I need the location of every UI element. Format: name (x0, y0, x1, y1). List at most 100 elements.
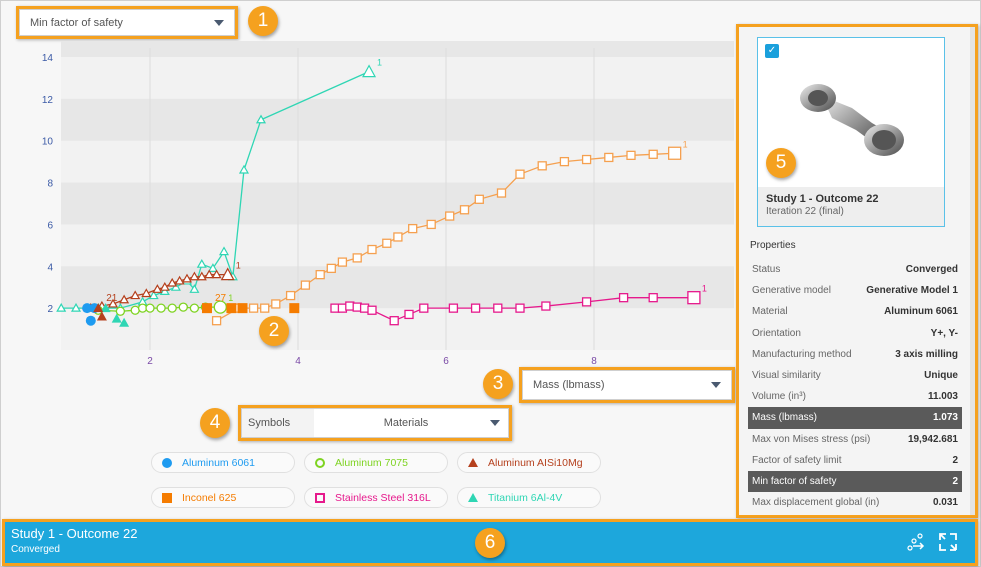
data-point (618, 293, 629, 303)
x-tick-label: 8 (591, 356, 597, 367)
y-tick-label: 4 (47, 262, 53, 273)
property-key: Material (752, 306, 788, 318)
data-point (237, 303, 248, 314)
property-value: 2 (952, 475, 958, 487)
legend-label: Aluminum 7075 (335, 456, 408, 469)
y-tick-label: 10 (42, 137, 54, 148)
data-point (515, 303, 525, 313)
data-point (408, 223, 418, 234)
outcome-status-bar: Study 1 - Outcome 22 Converged 6 (5, 522, 975, 563)
data-point (167, 303, 177, 313)
property-value: 0.031 (932, 497, 958, 509)
data-point (201, 303, 212, 314)
series-end-label: 1 (683, 139, 688, 149)
y-tick-label: 6 (47, 220, 53, 231)
property-key: Orientation (752, 327, 801, 339)
properties-list: Status Converged Generative model Generativ… (748, 259, 962, 513)
data-point (515, 169, 525, 179)
x-metric-dropdown[interactable]: Mass (lbmass) (522, 370, 732, 400)
chevron-down-icon (490, 420, 500, 426)
data-point (289, 303, 300, 314)
data-point (648, 293, 658, 303)
property-row: Max displacement global (in) 0.031 (748, 492, 962, 513)
property-row: Volume (in³) 11.003 (748, 386, 962, 407)
data-point (337, 257, 348, 267)
data-point (115, 306, 126, 316)
card-footer: Study 1 - Outcome 22 Iteration 22 (final… (758, 187, 944, 226)
data-point (85, 315, 96, 326)
property-value: 3 axis milling (895, 348, 958, 360)
y-tick-label: 14 (42, 53, 54, 64)
outcome-card[interactable]: ✓ 5 Study 1 - Outcome 22 Iteration 22 (f… (757, 37, 945, 227)
symbols-value: Materials (383, 417, 429, 429)
y-tick-label: 2 (47, 304, 53, 315)
property-row: Material Aluminum 6061 (748, 301, 962, 322)
data-point (474, 194, 484, 204)
legend-item[interactable]: Inconel 625 (151, 487, 295, 508)
legend-item[interactable]: Aluminum AISi10Mg (457, 452, 601, 473)
data-point (260, 303, 270, 313)
legend-label: Aluminum AISi10Mg (488, 456, 583, 469)
y-metric-dropdown[interactable]: Min factor of safety (19, 9, 235, 36)
legend-item[interactable]: Stainless Steel 316L (304, 487, 448, 508)
series-end-label: 1 (228, 293, 233, 303)
data-point (130, 305, 140, 315)
legend-item[interactable]: Aluminum 6061 (151, 452, 295, 473)
legend-item[interactable]: Aluminum 7075 (304, 452, 448, 473)
property-row: Visual similarity Unique (748, 365, 962, 386)
expand-icon[interactable] (937, 531, 959, 553)
chevron-down-icon (711, 382, 721, 388)
x-metric-value: Mass (lbmass) (533, 379, 605, 391)
scatter-chart[interactable]: 24681012142 4 6 8111112721 (1, 41, 741, 371)
property-key: Generative model (752, 285, 831, 297)
data-point (445, 211, 455, 221)
property-key: Status (752, 264, 781, 276)
data-point (352, 253, 362, 263)
property-value: Y+, Y- (930, 327, 958, 339)
panel-scrollbar[interactable] (970, 27, 975, 515)
legend-label: Inconel 625 (182, 491, 237, 504)
data-point (211, 316, 222, 326)
data-point (393, 232, 403, 242)
data-point (581, 297, 592, 307)
callout-4: 4 (200, 408, 230, 438)
filled-circle-icon (162, 457, 172, 468)
data-point (189, 303, 200, 313)
property-row: Min factor of safety 2 (748, 470, 962, 493)
property-row: Generative model Generative Model 1 (748, 280, 962, 301)
filled-square-icon (162, 492, 172, 503)
part-thumbnail (800, 84, 904, 156)
data-point (626, 150, 636, 161)
callout-1: 1 (248, 6, 278, 36)
data-point (419, 303, 429, 313)
data-point (367, 244, 377, 255)
hollow-circle-icon (315, 457, 325, 468)
card-title: Study 1 - Outcome 22 (766, 193, 879, 205)
property-row: Factor of safety limit 2 (748, 450, 962, 471)
legend-item[interactable]: Titanium 6Al-4V (457, 487, 601, 508)
data-point (604, 152, 614, 163)
property-key: Manufacturing method (752, 348, 852, 360)
compare-icon[interactable] (905, 531, 927, 553)
y-metric-value: Min factor of safety (30, 16, 123, 29)
callout-6: 6 (475, 528, 505, 558)
property-value: Converged (905, 264, 958, 276)
data-point (559, 156, 570, 167)
checkbox-checked-icon[interactable]: ✓ (765, 44, 779, 58)
property-value: 19,942.681 (907, 433, 958, 445)
symbols-dropdown[interactable]: Materials (314, 409, 508, 437)
outcome-status: Converged (11, 544, 60, 555)
property-key: Visual similarity (752, 370, 821, 382)
filled-triangle-icon (468, 458, 478, 467)
property-key: Max displacement global (in) (752, 497, 880, 509)
chevron-down-icon (214, 19, 224, 26)
property-value: 2 (952, 454, 958, 466)
data-point (226, 303, 237, 314)
property-row: Max von Mises stress (psi) 19,942.681 (748, 429, 962, 450)
data-point (178, 302, 188, 312)
grid-band (61, 41, 734, 57)
property-key: Max von Mises stress (psi) (752, 433, 871, 445)
data-point (581, 154, 592, 165)
properties-panel: ✓ 5 Study 1 - Outcome 22 Iteration 22 (f… (739, 27, 975, 515)
series-end-label: 1 (377, 58, 382, 68)
